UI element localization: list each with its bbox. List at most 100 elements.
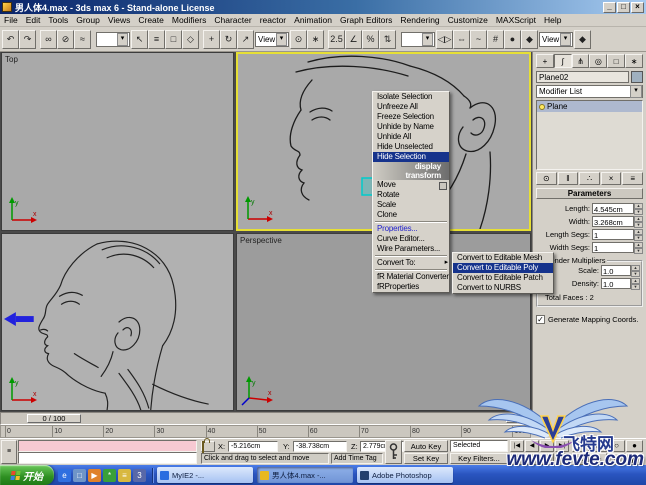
parameter-value-field[interactable]: 1 (592, 229, 634, 240)
menubar-item[interactable]: Group (72, 15, 104, 25)
quad-menu-item[interactable]: fRProperties (373, 282, 449, 292)
maximize-button[interactable]: □ (617, 1, 630, 13)
pan-view-icon[interactable]: + (590, 453, 607, 465)
object-name-field[interactable]: Plane02 (536, 71, 629, 83)
select-by-name-icon[interactable]: ≡ (148, 29, 165, 49)
arc-rotate-icon[interactable]: ↻ (608, 453, 625, 465)
submenu-item[interactable]: Convert to Editable Patch (453, 273, 553, 283)
mirror-icon[interactable]: ◁▷ (436, 29, 453, 49)
previous-frame-button[interactable]: ◀ (525, 440, 539, 452)
start-button[interactable]: 开始 (0, 465, 54, 485)
mini-listener-icon[interactable]: ≡ (1, 440, 17, 464)
spinner-down-icon[interactable]: ▼ (631, 271, 640, 277)
material-editor-icon[interactable]: ● (504, 29, 521, 49)
menubar-item[interactable]: Create (134, 15, 168, 25)
key-filters-button[interactable]: Key Filters... (450, 453, 508, 464)
play-animation-button[interactable]: ▶ (540, 440, 554, 452)
close-button[interactable]: × (631, 1, 644, 13)
remove-modifier-button[interactable]: × (600, 172, 622, 185)
spinner-snap-toggle-icon[interactable]: ⇅ (379, 29, 396, 49)
spinner-down-icon[interactable]: ▼ (634, 209, 643, 215)
render-scene-icon[interactable]: ◆ (521, 29, 538, 49)
bind-to-space-warp-icon[interactable]: ≈ (74, 29, 91, 49)
zoom-icon[interactable]: ⊕ (572, 440, 589, 452)
viewport-head-sketch[interactable]: xy (1, 233, 234, 411)
quad-menu-item[interactable]: Unfreeze All (373, 102, 449, 112)
mapping-coords-checkbox[interactable]: ✓ (536, 315, 545, 324)
menubar-item[interactable]: Help (540, 15, 565, 25)
time-step-forward-button[interactable]: ▶ (518, 414, 529, 423)
zoom-region-icon[interactable]: □ (572, 453, 589, 465)
show-end-result-button[interactable]: ‖ (557, 172, 579, 185)
menubar-item[interactable]: Views (104, 15, 135, 25)
max-app-icon[interactable]: 3 (133, 468, 146, 482)
menubar-item[interactable]: Tools (44, 15, 72, 25)
spinner-down-icon[interactable]: ▼ (634, 235, 643, 241)
key-mode-toggle-button[interactable]: ⊙ (510, 453, 524, 465)
maxscript-listener-macro-line[interactable] (18, 440, 197, 452)
quad-menu-item[interactable]: Freeze Selection (373, 112, 449, 122)
x-axis-gizmo-arrow[interactable] (3, 312, 34, 326)
reference-coordinate-system-combo[interactable]: View (255, 31, 289, 47)
minimize-button[interactable]: _ (603, 1, 616, 13)
parameter-value-field[interactable]: 1.0 (601, 278, 631, 289)
quad-menu-item[interactable]: fR Material Converter (373, 272, 449, 282)
pin-stack-button[interactable]: ⊙ (536, 172, 557, 185)
quad-menu-item[interactable]: Move (373, 180, 449, 190)
select-and-manipulate-icon[interactable]: ∗ (307, 29, 324, 49)
tab-create[interactable]: + (536, 54, 554, 68)
tab-display[interactable]: □ (607, 54, 626, 68)
show-desktop-icon[interactable]: □ (73, 468, 86, 482)
curve-editor-icon[interactable]: ~ (470, 29, 487, 49)
time-slider-track[interactable]: 0 / 100 ◀ ▶ (0, 412, 531, 425)
schematic-view-icon[interactable]: # (487, 29, 504, 49)
menubar-item[interactable]: File (0, 15, 22, 25)
key-filter-selected-dropdown[interactable]: Selected (450, 440, 508, 452)
quad-menu-item[interactable]: Scale (373, 200, 449, 210)
tab-motion[interactable]: ◎ (589, 54, 608, 68)
tab-utilities[interactable]: ∗ (625, 54, 643, 68)
quad-menu-item[interactable]: Isolate Selection (373, 92, 449, 102)
align-icon[interactable]: ⇔ (453, 29, 470, 49)
quad-menu-item[interactable]: Wire Parameters... (373, 244, 449, 254)
quad-menu-item[interactable]: Curve Editor... (373, 234, 449, 244)
zoom-extents-all-icon[interactable]: ● (626, 440, 643, 452)
messenger-icon[interactable]: * (103, 468, 116, 482)
percent-snap-toggle-icon[interactable]: % (362, 29, 379, 49)
quad-menu-item[interactable]: Properties... (373, 224, 449, 234)
previous-key-button[interactable]: ◀| (525, 453, 539, 465)
redo-icon[interactable]: ↷ (19, 29, 36, 49)
spinner-down-icon[interactable]: ▼ (631, 284, 640, 290)
spinner-down-icon[interactable]: ▼ (634, 248, 643, 254)
quad-menu-item[interactable]: Rotate (373, 190, 449, 200)
rectangular-selection-region-icon[interactable]: □ (165, 29, 182, 49)
set-keys-button[interactable] (385, 440, 402, 464)
taskbar-button-3dsmax[interactable]: 男人体4.max -... (257, 467, 353, 483)
quad-menu-item[interactable]: Convert To: (373, 258, 449, 268)
track-bar-ruler[interactable]: 0 10 20 30 40 50 60 70 80 90 100 (0, 425, 531, 438)
make-unique-button[interactable]: ∴ (579, 172, 600, 185)
spinner[interactable]: ▲ ▼ (634, 203, 643, 215)
select-and-scale-icon[interactable]: ↗ (237, 29, 254, 49)
time-step-back-button[interactable]: ◀ (506, 414, 517, 423)
submenu-item[interactable]: Convert to NURBS (453, 283, 553, 293)
zoom-all-icon[interactable]: ⊕ (590, 440, 607, 452)
go-to-end-button[interactable]: ▶| (555, 440, 569, 452)
select-and-link-icon[interactable]: ∞ (40, 29, 57, 49)
spinner[interactable]: ▲ ▼ (634, 216, 643, 228)
menubar-item[interactable]: MAXScript (492, 15, 540, 25)
quad-menu-item[interactable]: Unhide All (373, 132, 449, 142)
taskbar-button-photoshop[interactable]: Adobe Photoshop (357, 467, 453, 483)
maxscript-listener-line[interactable] (18, 452, 197, 464)
configure-modifier-sets-button[interactable]: ≡ (622, 172, 643, 185)
menubar-item[interactable]: Modifiers (168, 15, 210, 25)
menubar-item[interactable]: Character (210, 15, 255, 25)
menubar-item[interactable]: Edit (22, 15, 45, 25)
quad-menu-item[interactable]: Unhide by Name (373, 122, 449, 132)
menubar-item[interactable]: Graph Editors (336, 15, 396, 25)
zoom-extents-icon[interactable]: ○ (608, 440, 625, 452)
add-time-tag[interactable]: Add Time Tag (331, 453, 383, 464)
min-max-toggle-icon[interactable]: ▛ (626, 453, 643, 465)
parameters-rollout-header[interactable]: Parameters (536, 188, 643, 199)
undo-icon[interactable]: ↶ (2, 29, 19, 49)
